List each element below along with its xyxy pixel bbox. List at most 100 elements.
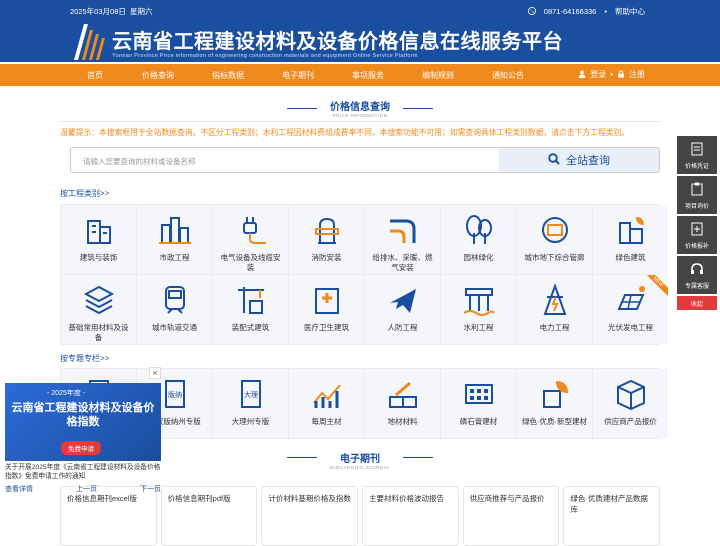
category-label: 市政工程	[159, 253, 190, 262]
popup-detail-link[interactable]: 查看详情	[5, 484, 33, 494]
nav-services[interactable]: 事项服务	[352, 70, 384, 81]
side-toolbar: 价格凭证 项目询价 价格报补 专属客服 收起	[677, 136, 717, 310]
topic-label: 每周主材	[311, 417, 342, 426]
ebook-card-label: 价格信息期刊pdf版	[167, 494, 231, 503]
topic-tile[interactable]: 绿色·优质·新型建材	[517, 369, 592, 438]
category-tile[interactable]: 基础常用材料及设备	[61, 275, 136, 344]
chart-icon	[310, 377, 344, 411]
nav-notices[interactable]: 通知公告	[492, 70, 524, 81]
nav-e-journal[interactable]: 电子期刊	[282, 70, 314, 81]
category-tile[interactable]: 消防安装	[289, 205, 364, 274]
site-search-button[interactable]: 全站查询	[499, 148, 659, 172]
layers-icon	[82, 283, 116, 317]
topic-label: 磷石膏建材	[459, 417, 498, 426]
top-right-links: 0871-64166336 • 帮助中心	[527, 6, 645, 17]
date-display: 2025年03月08日 星期六	[70, 6, 153, 17]
dot-divider: •	[610, 70, 613, 79]
help-link[interactable]: 帮助中心	[615, 6, 645, 17]
topic-tile[interactable]: 供应商产品报价	[593, 369, 668, 438]
side-item-report[interactable]: 价格报补	[677, 216, 717, 254]
category-tile[interactable]: 城市轨道交通	[137, 275, 212, 344]
box-icon	[614, 377, 648, 411]
topic-tile[interactable]: 地材材料	[365, 369, 440, 438]
document-icon	[689, 141, 705, 159]
category-tile[interactable]: 水利工程	[441, 275, 516, 344]
login-link[interactable]: 登录	[590, 69, 606, 80]
nav-home[interactable]: 首页	[87, 70, 103, 81]
ebook-card[interactable]: 主要材料价格波动报告	[362, 486, 459, 546]
block-icon	[462, 377, 496, 411]
topic-tile[interactable]: 大理 大理州专版	[213, 369, 288, 438]
category-tile[interactable]: 电气设备及线缆安装	[213, 205, 288, 274]
topic-tile[interactable]: 磷石膏建材	[441, 369, 516, 438]
banna-icon: 版纳	[158, 377, 192, 411]
category-label: 水利工程	[463, 323, 494, 332]
side-item-inquiry[interactable]: 项目询价	[677, 176, 717, 214]
category-label: 园林绿化	[463, 253, 494, 262]
section-title-text: 价格信息查询	[330, 102, 390, 113]
ebook-card-label: 主要材料价格波动报告	[369, 494, 445, 503]
lock-icon	[617, 69, 625, 80]
category-label: 消防安装	[311, 253, 342, 262]
hospital-icon	[310, 283, 344, 317]
search-button-label: 全站查询	[566, 155, 610, 167]
building-icon	[82, 213, 116, 247]
solar-icon	[614, 283, 648, 317]
popup-apply-button[interactable]: 免费申请	[61, 441, 101, 455]
category-tile[interactable]: 绿色建筑	[593, 205, 668, 274]
side-item-service[interactable]: 专属客服	[677, 256, 717, 294]
plug-icon	[234, 213, 268, 247]
category-tile[interactable]: 电力工程	[517, 275, 592, 344]
section-title-en: PRICE INFORMATION	[332, 113, 388, 118]
register-link[interactable]: 注册	[629, 69, 645, 80]
notice-popup: × - 2025年度 - 云南省工程建设材料及设备价格指数 免费申请 关于开展2…	[5, 367, 161, 497]
top-header: 2025年03月08日 星期六 0871-64166336 • 帮助中心 云南省…	[0, 0, 720, 62]
category-tile[interactable]: 市政工程	[137, 205, 212, 274]
search-input[interactable]: 请输入您要查询的材料或设备名称	[83, 156, 196, 167]
category-label: 绿色建筑	[615, 253, 646, 262]
nav-index-data[interactable]: 指标数据	[212, 70, 244, 81]
category-tile[interactable]: 建筑与装饰	[61, 205, 136, 274]
ebook-card[interactable]: 价格信息期刊pdf版	[160, 486, 258, 546]
phone-number: 0871-64166336	[543, 7, 597, 16]
category-tile[interactable]: 城市地下综合管廊	[517, 205, 592, 274]
headset-icon	[689, 261, 705, 279]
topic-tile[interactable]: 每周主材	[289, 369, 364, 438]
category-label: 人防工程	[387, 323, 418, 332]
side-collapse-button[interactable]: 收起	[677, 296, 717, 310]
city-icon	[158, 213, 192, 247]
ebook-card[interactable]: 供应商推荐与产品报价	[462, 486, 560, 546]
popup-banner[interactable]: - 2025年度 - 云南省工程建设材料及设备价格指数 免费申请	[5, 383, 161, 461]
category-tile[interactable]: 医疗卫生建筑	[289, 275, 364, 344]
main-nav: 首页 价格查询 指标数据 电子期刊 事项服务 编制规则 通知公告 登录 • 注册	[0, 64, 720, 86]
tunnel-icon	[538, 213, 572, 247]
category-tile[interactable]: 装配式建筑	[213, 275, 288, 344]
category-tile[interactable]: 人防工程	[365, 275, 440, 344]
search-box: 请输入您要查询的材料或设备名称 全站查询	[70, 147, 660, 173]
platform-logo[interactable]	[70, 20, 106, 60]
eco-icon	[538, 377, 572, 411]
category-tile[interactable]: 给排水、采暖、燃气安装	[365, 205, 440, 274]
ebook-card[interactable]: 计价材料基期价格及指数	[261, 486, 359, 546]
platform-title: 云南省工程建设材料及设备价格信息在线服务平台	[112, 29, 563, 53]
train-icon	[158, 283, 192, 317]
ebook-card-label: 绿色·优质建材产品数据库	[570, 494, 648, 514]
nav-rules[interactable]: 编制规则	[422, 70, 454, 81]
popup-close-button[interactable]: ×	[149, 367, 161, 379]
plane-icon	[386, 283, 420, 317]
side-item-voucher[interactable]: 价格凭证	[677, 136, 717, 174]
ebook-card[interactable]: 绿色·优质建材产品数据库	[563, 486, 661, 546]
popup-prev-link[interactable]: 上一页	[76, 484, 97, 494]
category-label: 医疗卫生建筑	[304, 323, 349, 332]
topic-label: 绿色·优质·新型建材	[522, 417, 587, 426]
category-tile[interactable]: 园林绿化	[441, 205, 516, 274]
tree-icon	[462, 213, 496, 247]
topic-link[interactable]: 按专题专栏>>	[60, 353, 109, 364]
topic-badge-text: 大理	[244, 390, 258, 399]
nav-price-query[interactable]: 价格查询	[142, 70, 174, 81]
category-tile[interactable]: 光伏发电工程 NEW	[593, 275, 668, 344]
popup-next-link[interactable]: 下一页	[140, 484, 161, 494]
category-link[interactable]: 按工程类别>>	[60, 188, 109, 199]
category-label: 城市轨道交通	[152, 323, 197, 332]
pipe-icon	[386, 213, 420, 247]
